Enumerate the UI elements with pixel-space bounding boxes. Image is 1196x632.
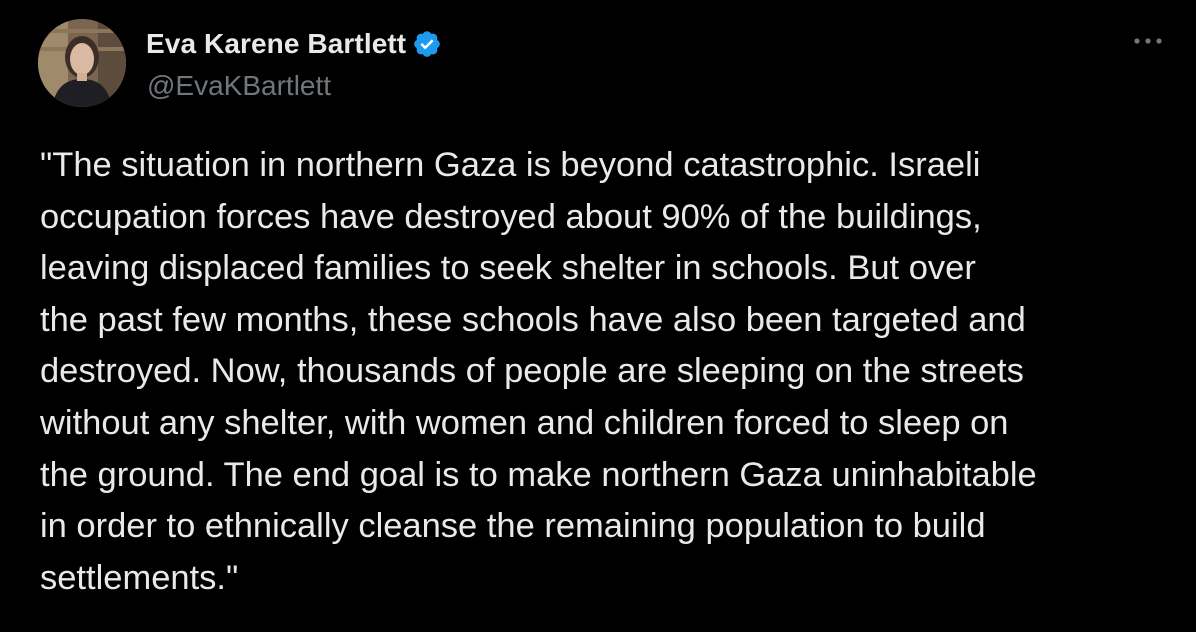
tweet-text-line: settlements.": [40, 558, 239, 597]
author-display-name[interactable]: Eva Karene Bartlett: [146, 28, 406, 60]
more-horizontal-icon: [1134, 38, 1162, 44]
verified-badge-icon[interactable]: [412, 29, 442, 59]
tweet-text-line: without any shelter, with women and chil…: [40, 403, 1009, 442]
more-options-button[interactable]: [1128, 26, 1168, 56]
author-name-row: Eva Karene Bartlett: [146, 26, 442, 62]
tweet-text-line: the past few months, these schools have …: [40, 300, 1026, 339]
author-handle[interactable]: @EvaKBartlett: [147, 70, 331, 102]
tweet-text-line: destroyed. Now, thousands of people are …: [40, 352, 1024, 391]
tweet-text-line: leaving displaced families to seek shelt…: [40, 249, 976, 288]
tweet-text-line: occupation forces have destroyed about 9…: [40, 197, 982, 236]
avatar[interactable]: [38, 19, 126, 107]
tweet-text-line: the ground. The end goal is to make nort…: [40, 455, 1037, 494]
tweet-text-line: in order to ethnically cleanse the remai…: [40, 507, 986, 546]
avatar-image: [38, 19, 126, 107]
tweet-text: "The situation in northern Gaza is beyon…: [40, 140, 1170, 604]
tweet-card: Eva Karene Bartlett @EvaKBartlett "The s…: [0, 0, 1196, 632]
tweet-text-line: "The situation in northern Gaza is beyon…: [40, 146, 981, 184]
